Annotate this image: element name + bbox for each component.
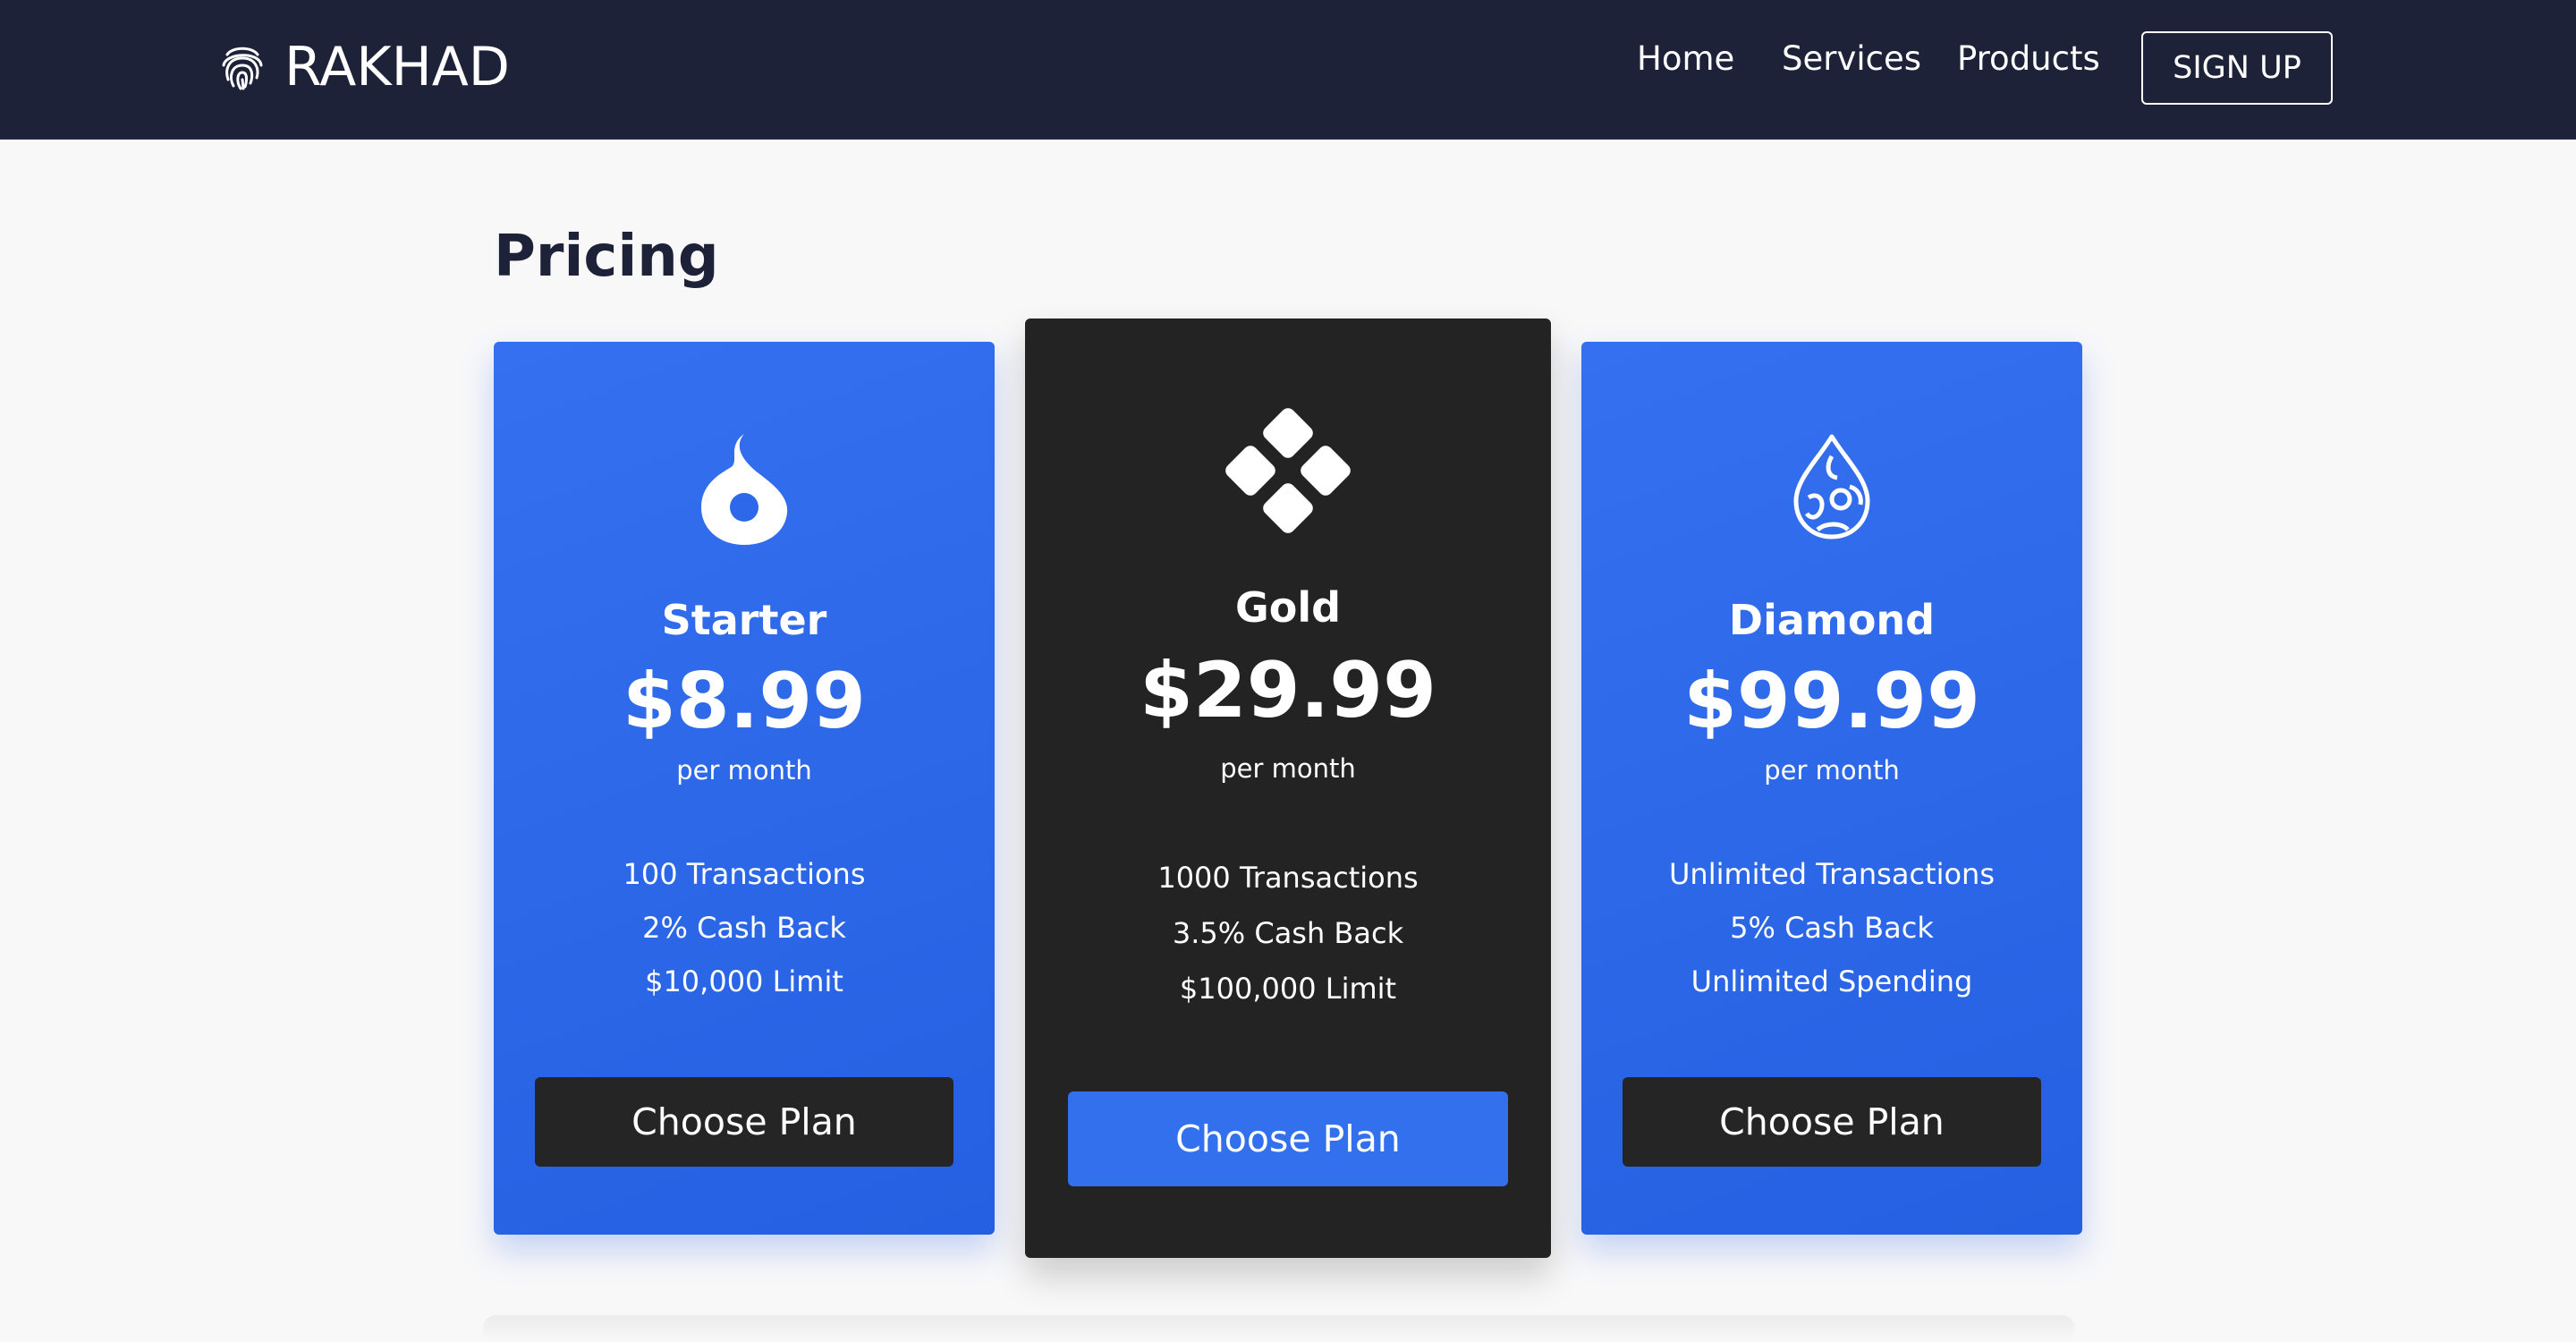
feature-item: 1000 Transactions: [1157, 861, 1419, 895]
flame-icon: [701, 434, 788, 545]
feature-item: Unlimited Spending: [1690, 964, 1973, 998]
feature-item: 5% Cash Back: [1730, 911, 1934, 945]
plan-period: per month: [676, 755, 812, 786]
brand[interactable]: RAKHAD: [220, 32, 510, 102]
pricing-card-starter: Starter $8.99 per month 100 Transactions…: [494, 342, 995, 1235]
choose-plan-button-diamond[interactable]: Choose Plan: [1623, 1077, 2041, 1167]
feature-item: 100 Transactions: [623, 857, 866, 891]
choose-plan-button-gold[interactable]: Choose Plan: [1068, 1091, 1508, 1186]
feature-item: $10,000 Limit: [645, 964, 843, 998]
plan-period: per month: [1220, 753, 1356, 784]
plan-period: per month: [1764, 755, 1900, 786]
fingerprint-icon: [222, 47, 263, 90]
nav-link-products[interactable]: Products: [1957, 39, 2100, 78]
diamond-grid-icon: [1225, 408, 1351, 533]
droplet-icon: [1793, 434, 1870, 539]
nav-link-home[interactable]: Home: [1637, 39, 1734, 78]
choose-plan-button-starter[interactable]: Choose Plan: [535, 1077, 953, 1167]
plan-price: $8.99: [622, 657, 867, 746]
plan-name: Gold: [1234, 583, 1342, 632]
page-title: Pricing: [494, 224, 719, 290]
feature-item: 3.5% Cash Back: [1172, 916, 1404, 950]
plan-name: Starter: [661, 596, 827, 644]
plan-name: Diamond: [1728, 596, 1936, 644]
top-navbar: RAKHAD Home Services Products SIGN UP: [0, 0, 2576, 140]
next-section-shadow: [483, 1315, 2075, 1342]
brand-name: RAKHAD: [284, 36, 511, 98]
feature-item: 2% Cash Back: [642, 911, 846, 945]
feature-item: $100,000 Limit: [1179, 972, 1397, 1006]
feature-item: Unlimited Transactions: [1669, 857, 1995, 891]
plan-price: $99.99: [1683, 657, 1980, 746]
nav-link-services[interactable]: Services: [1782, 39, 1921, 78]
pricing-card-gold: Gold $29.99 per month 1000 Transactions …: [1025, 319, 1551, 1258]
pricing-card-diamond: Diamond $99.99 per month Unlimited Trans…: [1581, 342, 2082, 1235]
sign-up-button[interactable]: SIGN UP: [2141, 31, 2333, 105]
plan-price: $29.99: [1140, 646, 1436, 735]
